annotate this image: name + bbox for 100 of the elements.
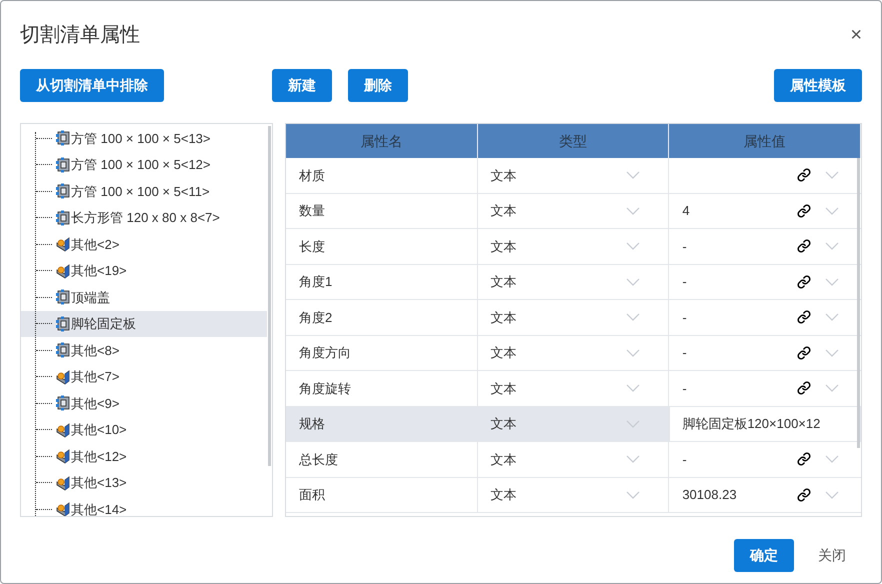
- tree-item[interactable]: 方管 100 × 100 × 5<11>: [21, 178, 267, 204]
- scrollbar[interactable]: [857, 158, 860, 448]
- chevron-down-icon[interactable]: [825, 348, 839, 357]
- property-value: 30108.23: [682, 486, 737, 504]
- type-select[interactable]: 文本: [478, 442, 670, 476]
- chevron-down-icon[interactable]: [626, 206, 640, 215]
- bent-plate-icon: [55, 236, 71, 252]
- property-value: -: [682, 344, 687, 362]
- tree-item-label: 其他<9>: [71, 394, 120, 412]
- puzzle-part-icon: [55, 316, 71, 332]
- tree-item-label: 其他<12>: [71, 448, 127, 466]
- close-button[interactable]: ×: [850, 25, 862, 45]
- chevron-down-icon[interactable]: [626, 242, 640, 250]
- exclude-button[interactable]: 从切割清单中排除: [20, 69, 164, 102]
- property-value: -: [682, 273, 687, 291]
- chevron-down-icon[interactable]: [626, 171, 640, 180]
- tree-item[interactable]: 其他<9>: [21, 390, 267, 416]
- tree-item-label: 其他<14>: [71, 500, 127, 516]
- tree-item-label: 其他<8>: [71, 342, 120, 360]
- type-select[interactable]: 文本: [478, 478, 670, 512]
- tree-item[interactable]: 其他<19>: [21, 258, 267, 284]
- chevron-down-icon[interactable]: [825, 206, 839, 215]
- tree-item[interactable]: 其他<7>: [21, 364, 267, 390]
- chevron-down-icon[interactable]: [626, 490, 640, 499]
- close-dialog-button[interactable]: 关闭: [802, 539, 862, 572]
- tree-item-label: 方管 100 × 100 × 5<11>: [71, 182, 210, 200]
- chevron-down-icon[interactable]: [626, 278, 640, 286]
- tree-item-label: 长方形管 120 x 80 x 8<7>: [71, 209, 220, 227]
- tree-item[interactable]: 长方形管 120 x 80 x 8<7>: [21, 204, 267, 231]
- type-select[interactable]: 文本: [478, 229, 670, 264]
- property-value: -: [682, 380, 687, 398]
- type-select[interactable]: 文本: [478, 264, 670, 299]
- tree-item-label: 顶端盖: [71, 288, 110, 306]
- chevron-down-icon[interactable]: [626, 348, 640, 357]
- property-name-cell: 材质: [286, 158, 478, 192]
- property-name-cell: 角度2: [286, 300, 478, 334]
- property-value: -: [682, 450, 687, 468]
- chevron-down-icon[interactable]: [626, 313, 640, 322]
- bent-plate-icon: [55, 422, 71, 438]
- delete-button[interactable]: 删除: [348, 69, 408, 102]
- bent-plate-icon: [55, 262, 71, 279]
- chevron-down-icon[interactable]: [825, 455, 839, 464]
- link-icon[interactable]: [797, 381, 811, 396]
- tree-item[interactable]: 其他<8>: [21, 337, 267, 364]
- link-icon[interactable]: [797, 488, 811, 502]
- type-select[interactable]: 文本: [478, 371, 670, 406]
- chevron-down-icon[interactable]: [825, 384, 839, 392]
- property-value: -: [682, 238, 687, 256]
- link-icon[interactable]: [797, 204, 811, 218]
- tree-item[interactable]: 方管 100 × 100 × 5<13>: [21, 125, 267, 152]
- bent-plate-icon: [55, 368, 71, 385]
- property-name-cell: 角度旋转: [286, 371, 478, 406]
- tree-item[interactable]: 其他<14>: [21, 496, 267, 516]
- link-icon[interactable]: [797, 274, 811, 289]
- link-icon[interactable]: [797, 168, 811, 182]
- chevron-down-icon[interactable]: [825, 171, 839, 180]
- type-select[interactable]: 文本: [478, 300, 670, 334]
- bent-plate-icon: [55, 448, 71, 464]
- value-input[interactable]: 脚轮固定板120×100×12: [669, 406, 859, 441]
- property-name-cell: 数量: [286, 194, 478, 228]
- chevron-down-icon[interactable]: [825, 242, 839, 250]
- chevron-down-icon[interactable]: [825, 278, 839, 286]
- bent-plate-icon: [55, 474, 71, 491]
- tree-item[interactable]: 方管 100 × 100 × 5<12>: [21, 152, 267, 178]
- new-button[interactable]: 新建: [272, 69, 332, 102]
- ok-button[interactable]: 确定: [734, 539, 794, 572]
- tree-item[interactable]: 其他<13>: [21, 470, 267, 496]
- puzzle-part-icon: [55, 210, 71, 226]
- tree-item-label: 方管 100 × 100 × 5<13>: [71, 130, 210, 148]
- property-value: 4: [682, 202, 690, 220]
- tree-item-label: 脚轮固定板: [71, 315, 136, 333]
- template-button[interactable]: 属性模板: [774, 69, 862, 102]
- tree-item-label: 其他<10>: [71, 421, 127, 439]
- puzzle-part-icon: [55, 342, 71, 358]
- tree-item-label: 方管 100 × 100 × 5<12>: [71, 156, 210, 174]
- chevron-down-icon[interactable]: [825, 313, 839, 322]
- tree-item[interactable]: 脚轮固定板: [21, 310, 267, 337]
- property-name-cell: 角度方向: [286, 336, 478, 370]
- puzzle-part-icon: [55, 395, 71, 412]
- link-icon[interactable]: [797, 239, 811, 254]
- tree-item[interactable]: 其他<2>: [21, 231, 267, 258]
- scrollbar[interactable]: [268, 126, 271, 466]
- type-select[interactable]: 文本: [478, 158, 670, 192]
- link-icon[interactable]: [797, 310, 811, 324]
- link-icon[interactable]: [797, 346, 811, 360]
- chevron-down-icon[interactable]: [626, 384, 640, 392]
- window-title: 切割清单属性: [20, 23, 140, 48]
- property-name-cell: 长度: [286, 229, 478, 264]
- tree-item[interactable]: 其他<12>: [21, 443, 267, 470]
- bent-plate-icon: [55, 501, 71, 516]
- link-icon[interactable]: [797, 452, 811, 466]
- type-select[interactable]: 文本: [478, 336, 670, 370]
- type-select[interactable]: 文本: [478, 194, 670, 228]
- tree-item[interactable]: 其他<10>: [21, 416, 267, 443]
- property-name-cell: 角度1: [286, 264, 478, 299]
- chevron-down-icon[interactable]: [626, 420, 640, 428]
- chevron-down-icon[interactable]: [825, 490, 839, 499]
- chevron-down-icon[interactable]: [626, 455, 640, 464]
- puzzle-part-icon: [55, 289, 71, 306]
- tree-item[interactable]: 顶端盖: [21, 284, 267, 310]
